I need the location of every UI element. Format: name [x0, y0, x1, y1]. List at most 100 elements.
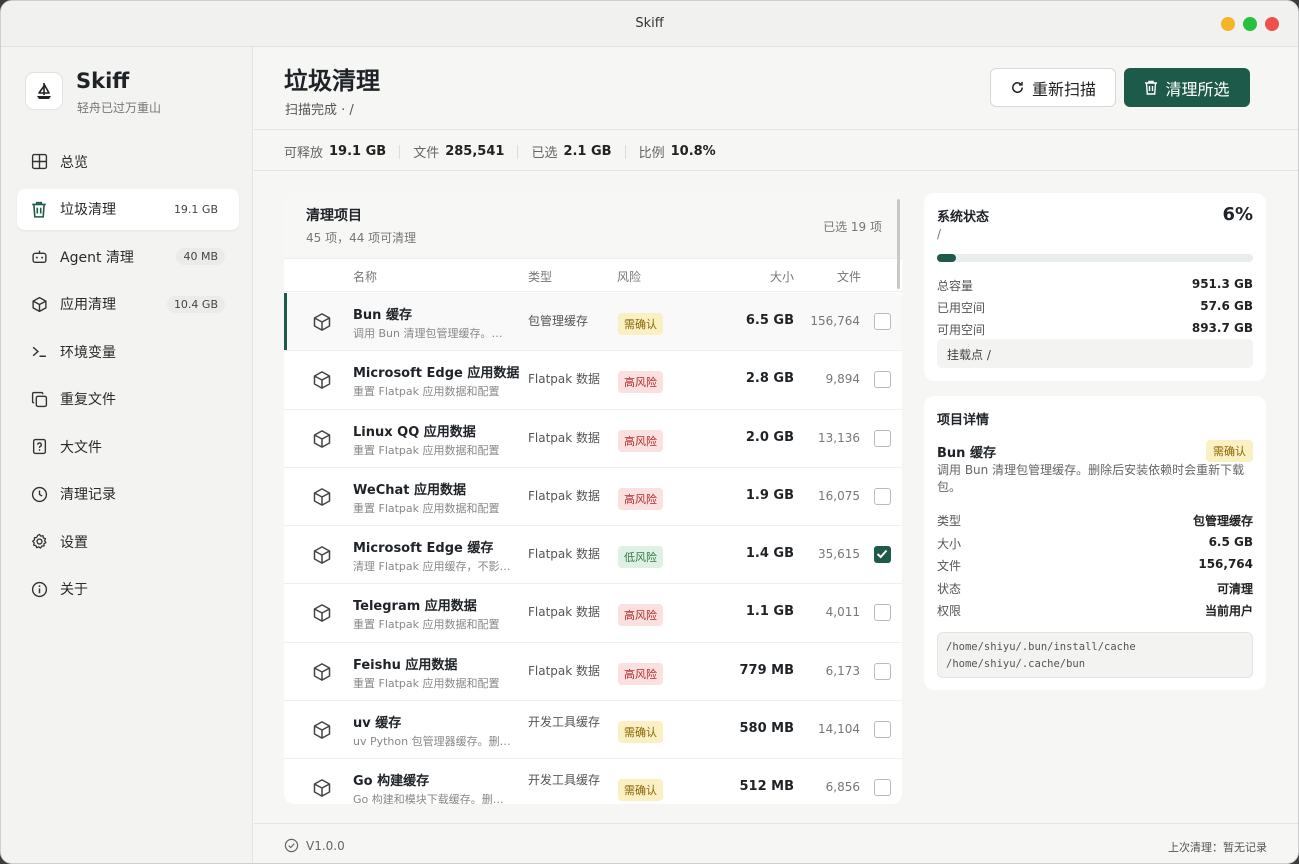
system-status-card: 系统状态 6% / 总容量 951.3 GB 已用空间 57.6 GB 可用空间…: [924, 193, 1266, 381]
clock-icon: [29, 484, 49, 504]
item-size: 2.0 GB: [745, 429, 794, 445]
divider: [517, 144, 519, 159]
item-file-count: 6,173: [825, 663, 860, 678]
sidebar-item-large-files[interactable]: 大文件: [17, 426, 239, 467]
package-icon: [29, 294, 49, 314]
table-row[interactable]: Go 构建缓存 Go 构建和模块下载缓存。删除后会重新构建 开发工具缓存 需确认 512…: [284, 759, 902, 804]
sidebar-nav: 总览垃圾清理 19.1 GB Agent 清理 40 MB 应用清理 10.4 GB 环境变…: [17, 141, 239, 616]
column-type[interactable]: 类型: [528, 268, 552, 285]
detail-paths-box[interactable]: /home/shiyu/.bun/install/cache /home/shi…: [937, 632, 1253, 678]
package-icon: [312, 370, 332, 390]
terminal-icon: [29, 342, 49, 362]
item-size: 2.8 GB: [745, 371, 794, 387]
maximize-button[interactable]: [1243, 17, 1257, 31]
detail-status-value: 可清理: [1216, 582, 1253, 596]
trash-icon: [1145, 80, 1158, 95]
select-checkbox[interactable]: [874, 721, 891, 739]
robot-icon: [29, 247, 49, 267]
panel-title: 清理项目: [306, 208, 362, 224]
sidebar-item-agent-clean[interactable]: Agent 清理 40 MB: [17, 236, 239, 277]
divider: [254, 170, 1298, 171]
detail-files-label: 文件: [937, 559, 962, 573]
close-button[interactable]: [1265, 17, 1279, 31]
item-description: 清理 Flatpak 应用缓存，不影响数据: [353, 560, 513, 574]
detail-type-label: 类型: [937, 514, 962, 528]
item-name: Microsoft Edge 应用数据: [353, 366, 520, 382]
ratio-label: 比例: [638, 146, 665, 161]
cleanup-list-panel: 清理项目 45 项，44 项可清理 已选 19 项 名称 类型 风险 大小 文件…: [284, 193, 902, 804]
select-checkbox[interactable]: [874, 662, 891, 680]
table-row[interactable]: Microsoft Edge 应用数据 重置 Flatpak 应用数据和配置 Fla…: [284, 351, 902, 410]
detail-size-value: 6.5 GB: [1208, 535, 1253, 549]
table-row[interactable]: uv 缓存 uv Python 包管理器缓存。删除后会重新下载 开发工具缓存 需确认 5…: [284, 701, 902, 760]
page-subtitle: 扫描完成 · /: [285, 103, 354, 118]
detail-risk-badge: 需确认: [1206, 440, 1253, 462]
column-size[interactable]: 大小: [770, 268, 794, 285]
package-icon: [312, 603, 332, 623]
sidebar-item-duplicate-files[interactable]: 重复文件: [17, 379, 239, 420]
sidebar-item-label: 重复文件: [60, 392, 116, 408]
sidebar-item-junk-clean[interactable]: 垃圾清理 19.1 GB: [17, 188, 239, 230]
clean-selected-label: 清理所选: [1165, 79, 1230, 99]
selected-value: 2.1 GB: [563, 144, 612, 159]
item-file-count: 14,104: [818, 722, 860, 737]
select-checkbox[interactable]: [874, 487, 891, 505]
table-row[interactable]: Linux QQ 应用数据 重置 Flatpak 应用数据和配置 Flatpak 数…: [284, 410, 902, 468]
sidebar-item-label: 设置: [60, 534, 88, 551]
item-size: 1.9 GB: [745, 487, 794, 503]
select-checkbox[interactable]: [874, 313, 891, 330]
total-label: 总容量: [937, 279, 974, 293]
item-description: Go 构建和模块下载缓存。删除后会重新构建: [353, 793, 513, 804]
sidebar-item-label: 总览: [60, 154, 88, 171]
gear-icon: [29, 532, 49, 552]
refresh-icon: [1012, 81, 1023, 93]
sidebar-item-about[interactable]: 关于: [17, 569, 239, 610]
table-row[interactable]: Bun 缓存调用 Bun 清理包管理缓存。删除后安装依赖时会重新下载包。 包管理缓…: [284, 293, 902, 352]
item-file-count: 16,075: [818, 488, 860, 503]
item-size: 1.1 GB: [745, 604, 794, 620]
used-value: 57.6 GB: [1200, 299, 1253, 313]
sidebar-item-clean-history[interactable]: 清理记录: [17, 474, 239, 515]
version-label: V1.0.0: [306, 838, 345, 853]
item-name: Telegram 应用数据: [353, 599, 477, 615]
sidebar-item-env-vars[interactable]: 环境变量: [17, 331, 239, 372]
select-checkbox[interactable]: [874, 371, 891, 389]
sidebar-item-overview[interactable]: 总览: [17, 141, 239, 182]
item-description: uv Python 包管理器缓存。删除后会重新下载: [353, 735, 513, 749]
select-checkbox[interactable]: [874, 546, 891, 564]
select-checkbox[interactable]: [874, 779, 891, 797]
table-row[interactable]: Microsoft Edge 缓存清理 Flatpak 应用缓存，不影响数据 Fl…: [284, 526, 902, 585]
risk-badge: 高风险: [618, 662, 663, 685]
item-name: Linux QQ 应用数据: [353, 424, 476, 440]
item-size: 1.4 GB: [745, 546, 794, 562]
main-content: 垃圾清理 扫描完成 · / 重新扫描 清理所选 可释放 19.1 GB 文件 2…: [254, 47, 1298, 863]
column-name[interactable]: 名称: [353, 268, 377, 285]
total-value: 951.3 GB: [1191, 277, 1253, 291]
column-files[interactable]: 文件: [837, 268, 861, 285]
sidebar-item-settings[interactable]: 设置: [17, 521, 239, 562]
item-description: 重置 Flatpak 应用数据和配置: [353, 385, 500, 399]
detail-size-label: 大小: [937, 537, 962, 551]
item-name: Bun 缓存: [353, 308, 412, 323]
rescan-button[interactable]: 重新扫描: [990, 68, 1116, 107]
sidebar-item-app-clean[interactable]: 应用清理 10.4 GB: [17, 284, 239, 325]
scrollbar[interactable]: [897, 199, 900, 289]
sidebar-item-label: 清理记录: [60, 487, 116, 503]
file-question-icon: [29, 437, 49, 457]
detail-perm-label: 权限: [937, 604, 962, 618]
select-checkbox[interactable]: [874, 604, 891, 622]
minimize-button[interactable]: [1221, 17, 1235, 31]
table-row[interactable]: Telegram 应用数据 重置 Flatpak 应用数据和配置 Flatpak 数…: [284, 584, 902, 643]
column-risk[interactable]: 风险: [617, 268, 641, 285]
clean-selected-button[interactable]: 清理所选: [1124, 68, 1250, 107]
table-row[interactable]: Feishu 应用数据 重置 Flatpak 应用数据和配置 Flatpak 数据 高…: [284, 643, 902, 702]
risk-badge: 高风险: [618, 487, 663, 510]
select-checkbox[interactable]: [874, 429, 891, 447]
usage-percent: 6%: [1222, 204, 1253, 225]
files-label: 文件: [413, 146, 440, 161]
divider: [399, 144, 401, 159]
table-row[interactable]: WeChat 应用数据 重置 Flatpak 应用数据和配置 Flatpak 数据 高…: [284, 468, 902, 527]
package-icon: [312, 778, 332, 798]
trash-icon: [29, 199, 49, 219]
item-type: Flatpak 数据: [528, 372, 601, 387]
